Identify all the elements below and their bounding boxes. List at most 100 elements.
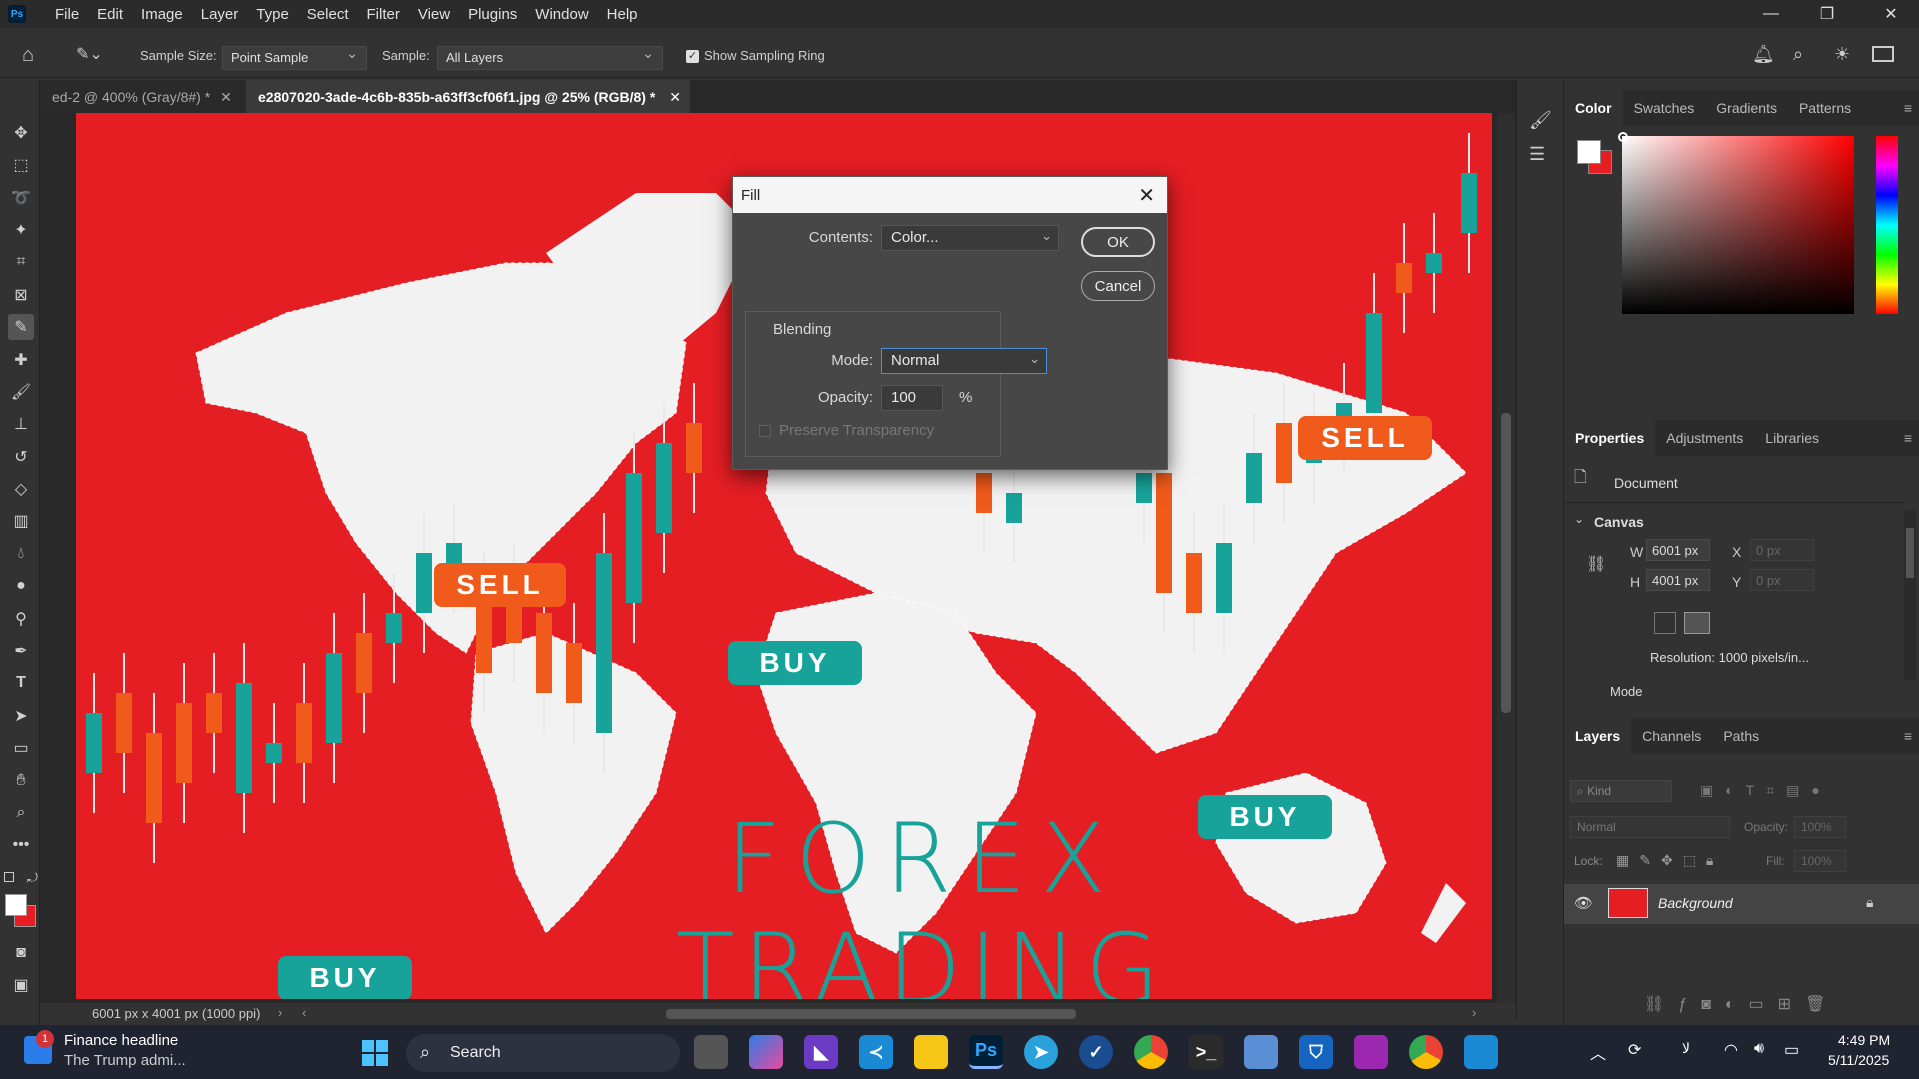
tab-document-1[interactable]: ed-2 @ 400% (Gray/8#) * ✕ bbox=[40, 80, 246, 113]
mode-select[interactable]: Normal ⌄ bbox=[881, 348, 1047, 374]
ok-button[interactable]: OK bbox=[1081, 227, 1155, 257]
vertical-scrollbar[interactable] bbox=[1497, 113, 1515, 1003]
vertical-scroll-thumb[interactable] bbox=[1501, 413, 1511, 713]
windows-start-icon[interactable] bbox=[362, 1040, 388, 1066]
width-input[interactable]: 6001 px bbox=[1646, 539, 1710, 561]
healing-brush-tool-icon[interactable]: ✚ bbox=[8, 347, 34, 373]
layer-blend-mode-select[interactable]: Normal bbox=[1570, 816, 1730, 838]
menu-window[interactable]: Window bbox=[526, 6, 597, 23]
fill-input[interactable]: 100% bbox=[1794, 850, 1846, 872]
photoshop-taskbar-icon[interactable]: Ps bbox=[969, 1035, 1003, 1069]
portrait-orientation-icon[interactable] bbox=[1654, 612, 1676, 634]
workspace-icon[interactable] bbox=[1872, 46, 1894, 62]
news-title[interactable]: Finance headline bbox=[64, 1032, 178, 1049]
terminal-icon[interactable]: >_ bbox=[1189, 1035, 1223, 1069]
restore-icon[interactable]: ❐ bbox=[1799, 0, 1855, 28]
crop-tool-icon[interactable]: ⌗ bbox=[8, 249, 34, 275]
minimize-icon[interactable]: — bbox=[1743, 0, 1799, 28]
default-colors-icon[interactable] bbox=[4, 872, 14, 882]
discover-icon[interactable]: ☀ bbox=[1834, 44, 1850, 65]
tab-color[interactable]: Color bbox=[1564, 90, 1623, 126]
sponge-tool-icon[interactable]: ⚲ bbox=[8, 606, 34, 632]
layer-row-background[interactable]: 👁︎ Background 🔒︎ bbox=[1564, 884, 1919, 924]
more-tools-icon[interactable]: ••• bbox=[8, 832, 34, 858]
menu-filter[interactable]: Filter bbox=[358, 6, 409, 23]
eyedropper-tool-icon[interactable]: ✎ bbox=[8, 314, 34, 340]
quick-mask-icon[interactable]: ◙ bbox=[8, 940, 34, 966]
tab-swatches[interactable]: Swatches bbox=[1623, 90, 1706, 126]
swap-colors-icon[interactable]: ⤾ bbox=[27, 870, 38, 886]
layer-opacity-input[interactable]: 100% bbox=[1794, 816, 1846, 838]
show-ring-checkbox[interactable]: ✓ bbox=[686, 50, 699, 63]
horizontal-scroll-thumb[interactable] bbox=[666, 1009, 1076, 1019]
app-v-icon[interactable]: ✓ bbox=[1079, 1035, 1113, 1069]
telegram-icon[interactable]: ➤ bbox=[1024, 1035, 1058, 1069]
history-brush-tool-icon[interactable]: ↺ bbox=[8, 444, 34, 470]
menu-image[interactable]: Image bbox=[132, 6, 192, 23]
magic-wand-tool-icon[interactable]: ✦ bbox=[8, 217, 34, 243]
tab-close-icon[interactable]: ✕ bbox=[669, 89, 681, 105]
dialog-close-icon[interactable]: ✕ bbox=[1138, 183, 1155, 208]
y-input[interactable]: 0 px bbox=[1750, 569, 1814, 591]
hue-slider[interactable] bbox=[1876, 136, 1898, 314]
menu-plugins[interactable]: Plugins bbox=[459, 6, 526, 23]
volume-icon[interactable]: 🔊︎ bbox=[1754, 1040, 1764, 1058]
tab-adjustments[interactable]: Adjustments bbox=[1655, 420, 1754, 456]
sample-size-select[interactable]: Point Sample bbox=[222, 45, 367, 70]
scroll-right-icon[interactable]: › bbox=[1472, 1005, 1476, 1020]
home-icon[interactable]: ⌂ bbox=[22, 44, 50, 68]
pen-tool-icon[interactable]: ✒ bbox=[8, 638, 34, 664]
status-menu-icon[interactable]: › bbox=[278, 1005, 282, 1020]
menu-select[interactable]: Select bbox=[298, 6, 358, 23]
battery-icon[interactable]: ▭ bbox=[1784, 1040, 1799, 1060]
lock-icons[interactable]: ▦✎✥⬚🔒︎ bbox=[1616, 852, 1723, 869]
layer-actions-icons[interactable]: ⛓ƒ◙◐▭⊞🗑︎ bbox=[1644, 994, 1839, 1014]
tab-properties[interactable]: Properties bbox=[1564, 420, 1656, 456]
security-shield-icon[interactable]: ⛉ bbox=[1299, 1035, 1333, 1069]
frame-tool-icon[interactable]: ⊠ bbox=[8, 282, 34, 308]
notifications-icon[interactable]: 🔔︎ bbox=[1752, 44, 1775, 65]
news-subtitle[interactable]: The Trump admi... bbox=[64, 1052, 186, 1069]
eraser-tool-icon[interactable]: ◇ bbox=[8, 476, 34, 502]
zoom-tool-icon[interactable]: ⌕ bbox=[8, 800, 34, 826]
layer-filter-icons[interactable]: ▣◐T⌗▤● bbox=[1700, 782, 1832, 799]
chevron-up-icon[interactable]: ︿ bbox=[1590, 1040, 1606, 1064]
tab-libraries[interactable]: Libraries bbox=[1754, 420, 1830, 456]
kind-filter-select[interactable]: ⌕ Kind bbox=[1570, 780, 1672, 802]
task-view-icon[interactable] bbox=[694, 1035, 728, 1069]
wifi-icon[interactable]: ◠ bbox=[1724, 1040, 1738, 1060]
file-explorer-icon[interactable] bbox=[914, 1035, 948, 1069]
chrome-icon[interactable] bbox=[1134, 1035, 1168, 1069]
adjust-icon[interactable]: ☰ bbox=[1529, 144, 1545, 165]
foreground-color-swatch[interactable] bbox=[5, 894, 27, 916]
app-icon[interactable] bbox=[1464, 1035, 1498, 1069]
tab-document-2[interactable]: e2807020-3ade-4c6b-835b-a63ff3cf06f1.jpg… bbox=[246, 80, 690, 113]
tab-patterns[interactable]: Patterns bbox=[1788, 90, 1862, 126]
menu-file[interactable]: File bbox=[46, 6, 88, 23]
blur-tool-icon[interactable]: 💧︎ bbox=[8, 541, 34, 567]
clock-time[interactable]: 4:49 PM bbox=[1838, 1032, 1890, 1048]
photos-icon[interactable] bbox=[1244, 1035, 1278, 1069]
landscape-orientation-icon[interactable] bbox=[1684, 612, 1710, 634]
fill-dialog-titlebar[interactable]: Fill ✕ bbox=[733, 177, 1167, 213]
sync-icon[interactable]: ⟳ bbox=[1628, 1040, 1641, 1060]
close-window-icon[interactable]: ✕ bbox=[1863, 0, 1919, 28]
panel-menu-icon[interactable]: ≡ bbox=[1904, 100, 1912, 116]
copilot-icon[interactable] bbox=[749, 1035, 783, 1069]
search-icon[interactable]: ⌕ bbox=[1793, 44, 1803, 65]
tab-layers[interactable]: Layers bbox=[1564, 718, 1632, 754]
sample-select[interactable]: All Layers bbox=[437, 45, 663, 70]
path-selection-tool-icon[interactable]: ➤ bbox=[8, 703, 34, 729]
menu-edit[interactable]: Edit bbox=[88, 6, 132, 23]
opacity-input[interactable]: 100 bbox=[881, 385, 943, 411]
menu-view[interactable]: View bbox=[409, 6, 459, 23]
x-input[interactable]: 0 px bbox=[1750, 539, 1814, 561]
color-field[interactable] bbox=[1622, 136, 1854, 314]
properties-scroll-thumb[interactable] bbox=[1906, 528, 1914, 578]
hand-tool-icon[interactable]: ✋︎ bbox=[8, 768, 34, 794]
scroll-left-icon[interactable]: ‹ bbox=[302, 1005, 306, 1020]
tab-close-icon[interactable]: ✕ bbox=[220, 89, 232, 105]
lock-icon[interactable]: 🔒︎ bbox=[1866, 894, 1873, 911]
visual-studio-icon[interactable]: ◣ bbox=[804, 1035, 838, 1069]
tab-gradients[interactable]: Gradients bbox=[1705, 90, 1788, 126]
